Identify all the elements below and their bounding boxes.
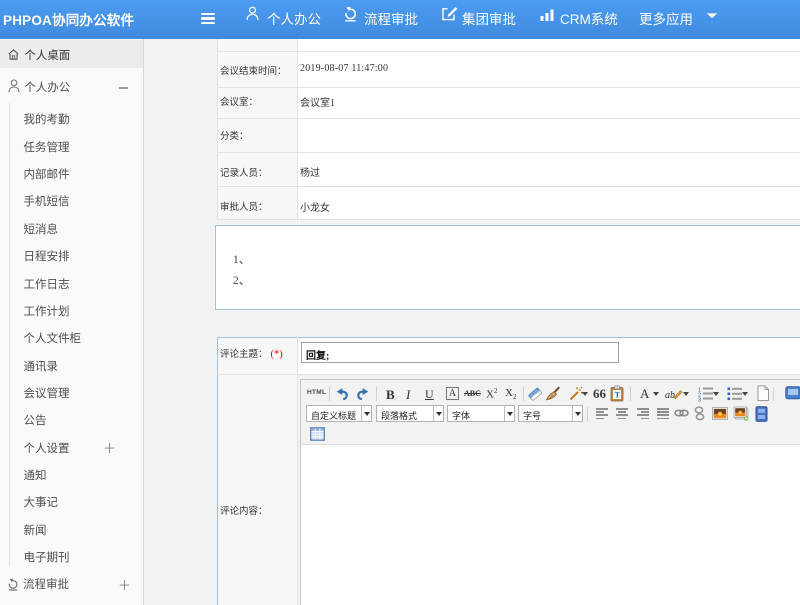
svg-text:T: T [615,391,621,400]
svg-text:3: 3 [698,398,701,403]
svg-text:ab: ab [665,390,675,401]
